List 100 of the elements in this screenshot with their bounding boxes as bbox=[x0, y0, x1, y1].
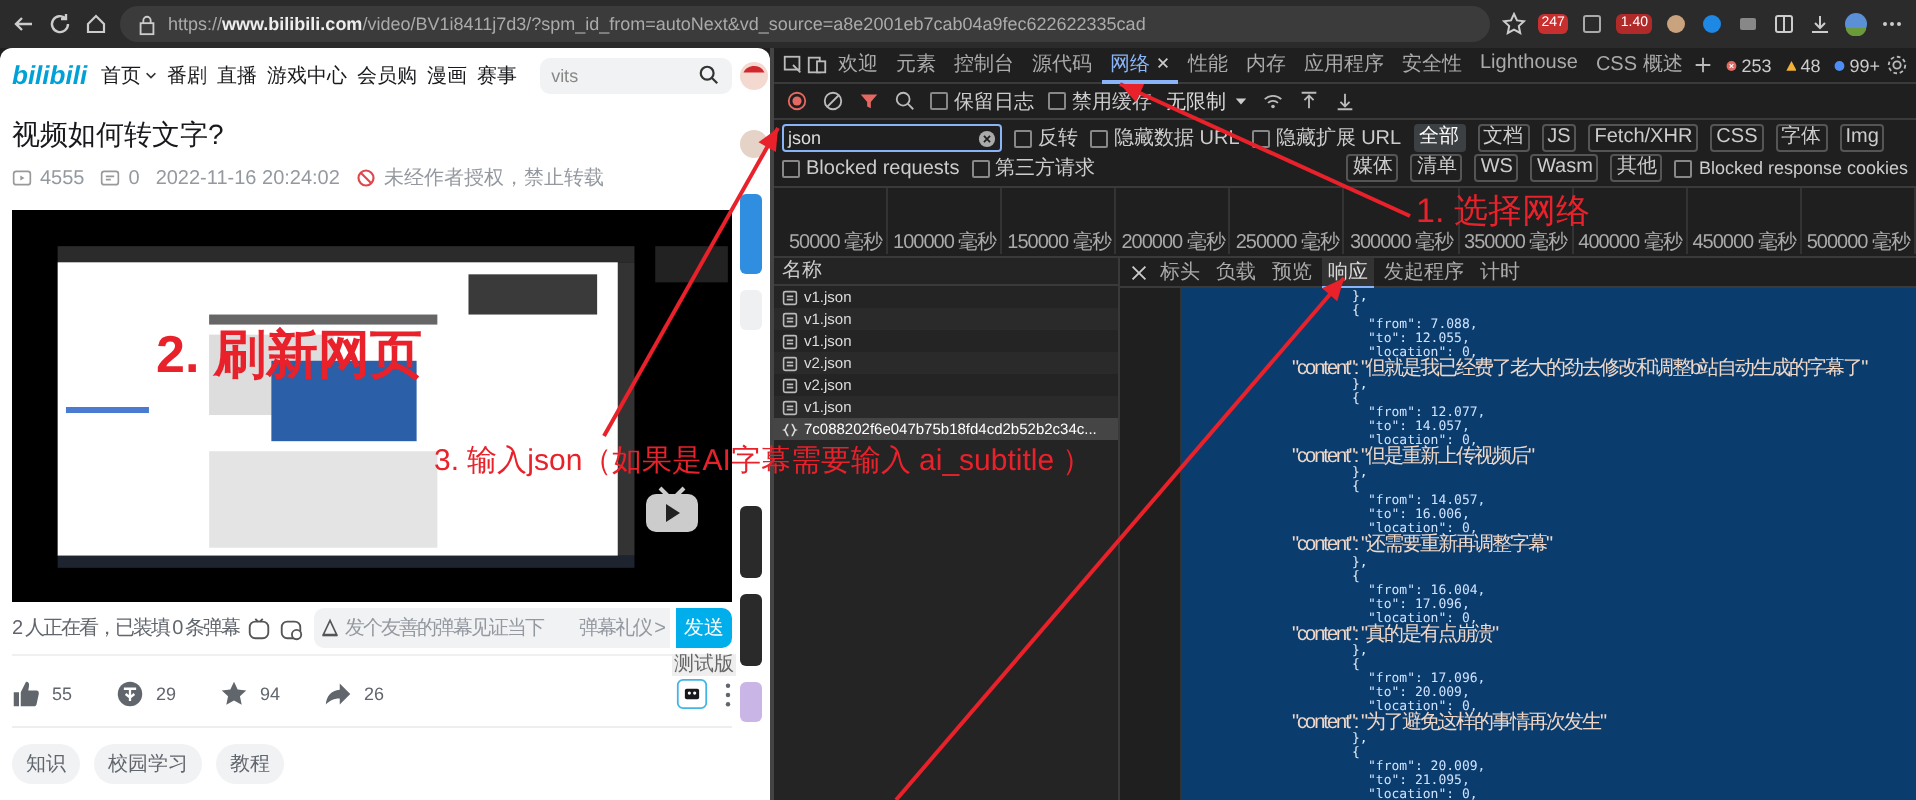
detail-tab[interactable]: 计时 bbox=[1474, 258, 1526, 286]
close-icon[interactable] bbox=[1156, 56, 1170, 70]
type-filter-chip[interactable]: 字体 bbox=[1775, 124, 1828, 152]
error-icon bbox=[1726, 57, 1738, 73]
devtools-tab[interactable]: 安全性 bbox=[1394, 47, 1470, 83]
devtools-tab[interactable]: 元素 bbox=[888, 47, 944, 83]
type-filter-chip[interactable]: Fetch/XHR bbox=[1588, 124, 1699, 152]
split-screen-icon[interactable] bbox=[1772, 12, 1796, 36]
filter-checkbox[interactable]: Blocked requests bbox=[782, 157, 960, 179]
devtools-tab[interactable]: 性能 bbox=[1180, 47, 1236, 83]
profile-avatar[interactable] bbox=[1844, 12, 1868, 36]
extension-icon[interactable] bbox=[1700, 12, 1724, 36]
inspect-icon[interactable] bbox=[782, 54, 804, 76]
download-icon[interactable] bbox=[1334, 90, 1356, 112]
caret-icon bbox=[1234, 94, 1248, 108]
record-icon[interactable] bbox=[786, 90, 808, 112]
nav-link[interactable]: 直播 bbox=[217, 61, 258, 90]
danmaku-settings-icon[interactable] bbox=[278, 615, 305, 642]
type-filter-chip[interactable]: JS bbox=[1541, 124, 1577, 152]
devtools-tab[interactable]: 源代码 bbox=[1024, 47, 1100, 83]
type-filter-chip[interactable]: 媒体 bbox=[1346, 154, 1399, 182]
warning-count[interactable]: 48 bbox=[1800, 55, 1821, 75]
tag-chip[interactable]: 校园学习 bbox=[94, 744, 202, 784]
devtools-tab[interactable]: 应用程序 bbox=[1296, 47, 1392, 83]
devtools-tab[interactable]: CSS 概述 bbox=[1587, 47, 1691, 83]
file-icon bbox=[782, 333, 798, 349]
tag-chip[interactable]: 知识 bbox=[12, 744, 80, 784]
lock-icon bbox=[136, 13, 158, 35]
type-filter-chip[interactable]: 全部 bbox=[1413, 124, 1466, 152]
nav-link[interactable]: 漫画 bbox=[427, 61, 468, 90]
publish-date: 2022-11-16 20:24:02 bbox=[155, 167, 340, 190]
home-icon[interactable] bbox=[84, 12, 108, 36]
robot-icon[interactable] bbox=[676, 678, 708, 711]
more-icon[interactable] bbox=[724, 681, 732, 708]
devtools-tab[interactable]: Lighthouse bbox=[1472, 47, 1586, 83]
type-filter-chip[interactable]: WS bbox=[1474, 154, 1519, 182]
add-tab-icon[interactable] bbox=[1692, 54, 1715, 76]
download-icon[interactable] bbox=[1808, 12, 1832, 36]
filter-input[interactable]: json bbox=[782, 124, 1002, 152]
share-arrow-icon[interactable] bbox=[324, 680, 353, 709]
extension-icon[interactable] bbox=[1580, 12, 1605, 36]
filter-checkbox[interactable]: 隐藏扩展 URL bbox=[1251, 124, 1402, 152]
timeline-tick: 500000 毫秒 bbox=[1801, 188, 1916, 254]
type-filter-chip[interactable]: Wasm bbox=[1530, 154, 1599, 182]
preserve-log-checkbox[interactable]: 保留日志 bbox=[930, 87, 1034, 115]
detail-tab[interactable]: 预览 bbox=[1266, 258, 1318, 286]
devtools-tab[interactable]: 内存 bbox=[1238, 47, 1294, 83]
device-icon[interactable] bbox=[806, 54, 828, 76]
upload-icon[interactable] bbox=[1298, 90, 1320, 112]
settings-icon[interactable] bbox=[1886, 54, 1909, 76]
star-icon[interactable] bbox=[1501, 12, 1526, 36]
side-card[interactable] bbox=[740, 506, 762, 578]
filter-checkbox[interactable]: Blocked response cookies bbox=[1674, 158, 1908, 178]
devtools-tab[interactable]: 控制台 bbox=[946, 47, 1022, 83]
danmaku-toggle-icon[interactable] bbox=[246, 615, 273, 642]
thumbs-up-icon[interactable] bbox=[12, 680, 40, 709]
close-icon[interactable] bbox=[1128, 261, 1150, 283]
side-card[interactable] bbox=[740, 594, 762, 666]
search-icon[interactable] bbox=[894, 90, 916, 112]
clear-icon[interactable] bbox=[822, 90, 844, 112]
column-header[interactable]: 名称 bbox=[774, 258, 1118, 286]
devtools-tab[interactable]: 欢迎 bbox=[830, 47, 886, 83]
filter-icon[interactable] bbox=[858, 90, 880, 112]
timeline-tick: 450000 毫秒 bbox=[1687, 188, 1802, 254]
refresh-icon[interactable] bbox=[48, 12, 72, 36]
action-count: 29 bbox=[156, 684, 177, 705]
type-filter-chip[interactable]: 文档 bbox=[1477, 124, 1530, 152]
type-filter-chip[interactable]: CSS bbox=[1710, 124, 1764, 152]
nav-link[interactable]: 赛事 bbox=[477, 61, 518, 90]
nav-link[interactable]: 游戏中心 bbox=[267, 61, 348, 90]
extension-icon[interactable] bbox=[1736, 12, 1760, 36]
error-count[interactable]: 253 bbox=[1741, 55, 1772, 75]
coin-icon[interactable] bbox=[116, 680, 145, 709]
nav-link[interactable]: 番剧 bbox=[167, 61, 208, 90]
filter-checkbox[interactable]: 第三方请求 bbox=[971, 154, 1096, 182]
watching-count: 2 人正在看，已装填 0 条弹幕 bbox=[12, 615, 239, 643]
file-icon bbox=[782, 377, 798, 393]
detail-tab[interactable]: 负载 bbox=[1210, 258, 1262, 286]
back-icon[interactable] bbox=[12, 12, 36, 36]
code-line: "content": "但是重新上传视频后" bbox=[1290, 448, 1537, 467]
type-filter-chip[interactable]: 其他 bbox=[1610, 154, 1663, 182]
info-count[interactable]: 99+ bbox=[1849, 55, 1881, 75]
detail-tab[interactable]: 发起程序 bbox=[1378, 258, 1470, 286]
uploader-avatar[interactable] bbox=[740, 130, 768, 158]
type-filter-chip[interactable]: 清单 bbox=[1410, 154, 1463, 182]
search-icon[interactable] bbox=[698, 64, 720, 87]
tag-chip[interactable]: 教程 bbox=[216, 744, 284, 784]
nav-link[interactable]: 会员购 bbox=[357, 61, 418, 90]
user-avatar[interactable] bbox=[740, 62, 768, 90]
filter-checkbox[interactable]: 反转 bbox=[1014, 124, 1078, 152]
clear-filter-icon[interactable] bbox=[978, 129, 996, 147]
warning-icon bbox=[1785, 57, 1797, 73]
address-bar[interactable]: https://www.bilibili.com/video/BV1i8411j7d3/?spm_id_from=autoNext&vd_source=a8e2001eb7cab04a9fec622622335cad bbox=[120, 6, 1490, 42]
timeline-tick: 250000 毫秒 bbox=[1230, 188, 1345, 254]
star-icon[interactable] bbox=[220, 680, 249, 709]
nav-link[interactable]: 首页 bbox=[101, 61, 158, 90]
detail-tab[interactable]: 标头 bbox=[1154, 258, 1206, 286]
extension-icon[interactable] bbox=[1664, 12, 1688, 36]
play-icon[interactable] bbox=[644, 486, 700, 535]
type-filter-chip[interactable]: Img bbox=[1839, 124, 1885, 152]
